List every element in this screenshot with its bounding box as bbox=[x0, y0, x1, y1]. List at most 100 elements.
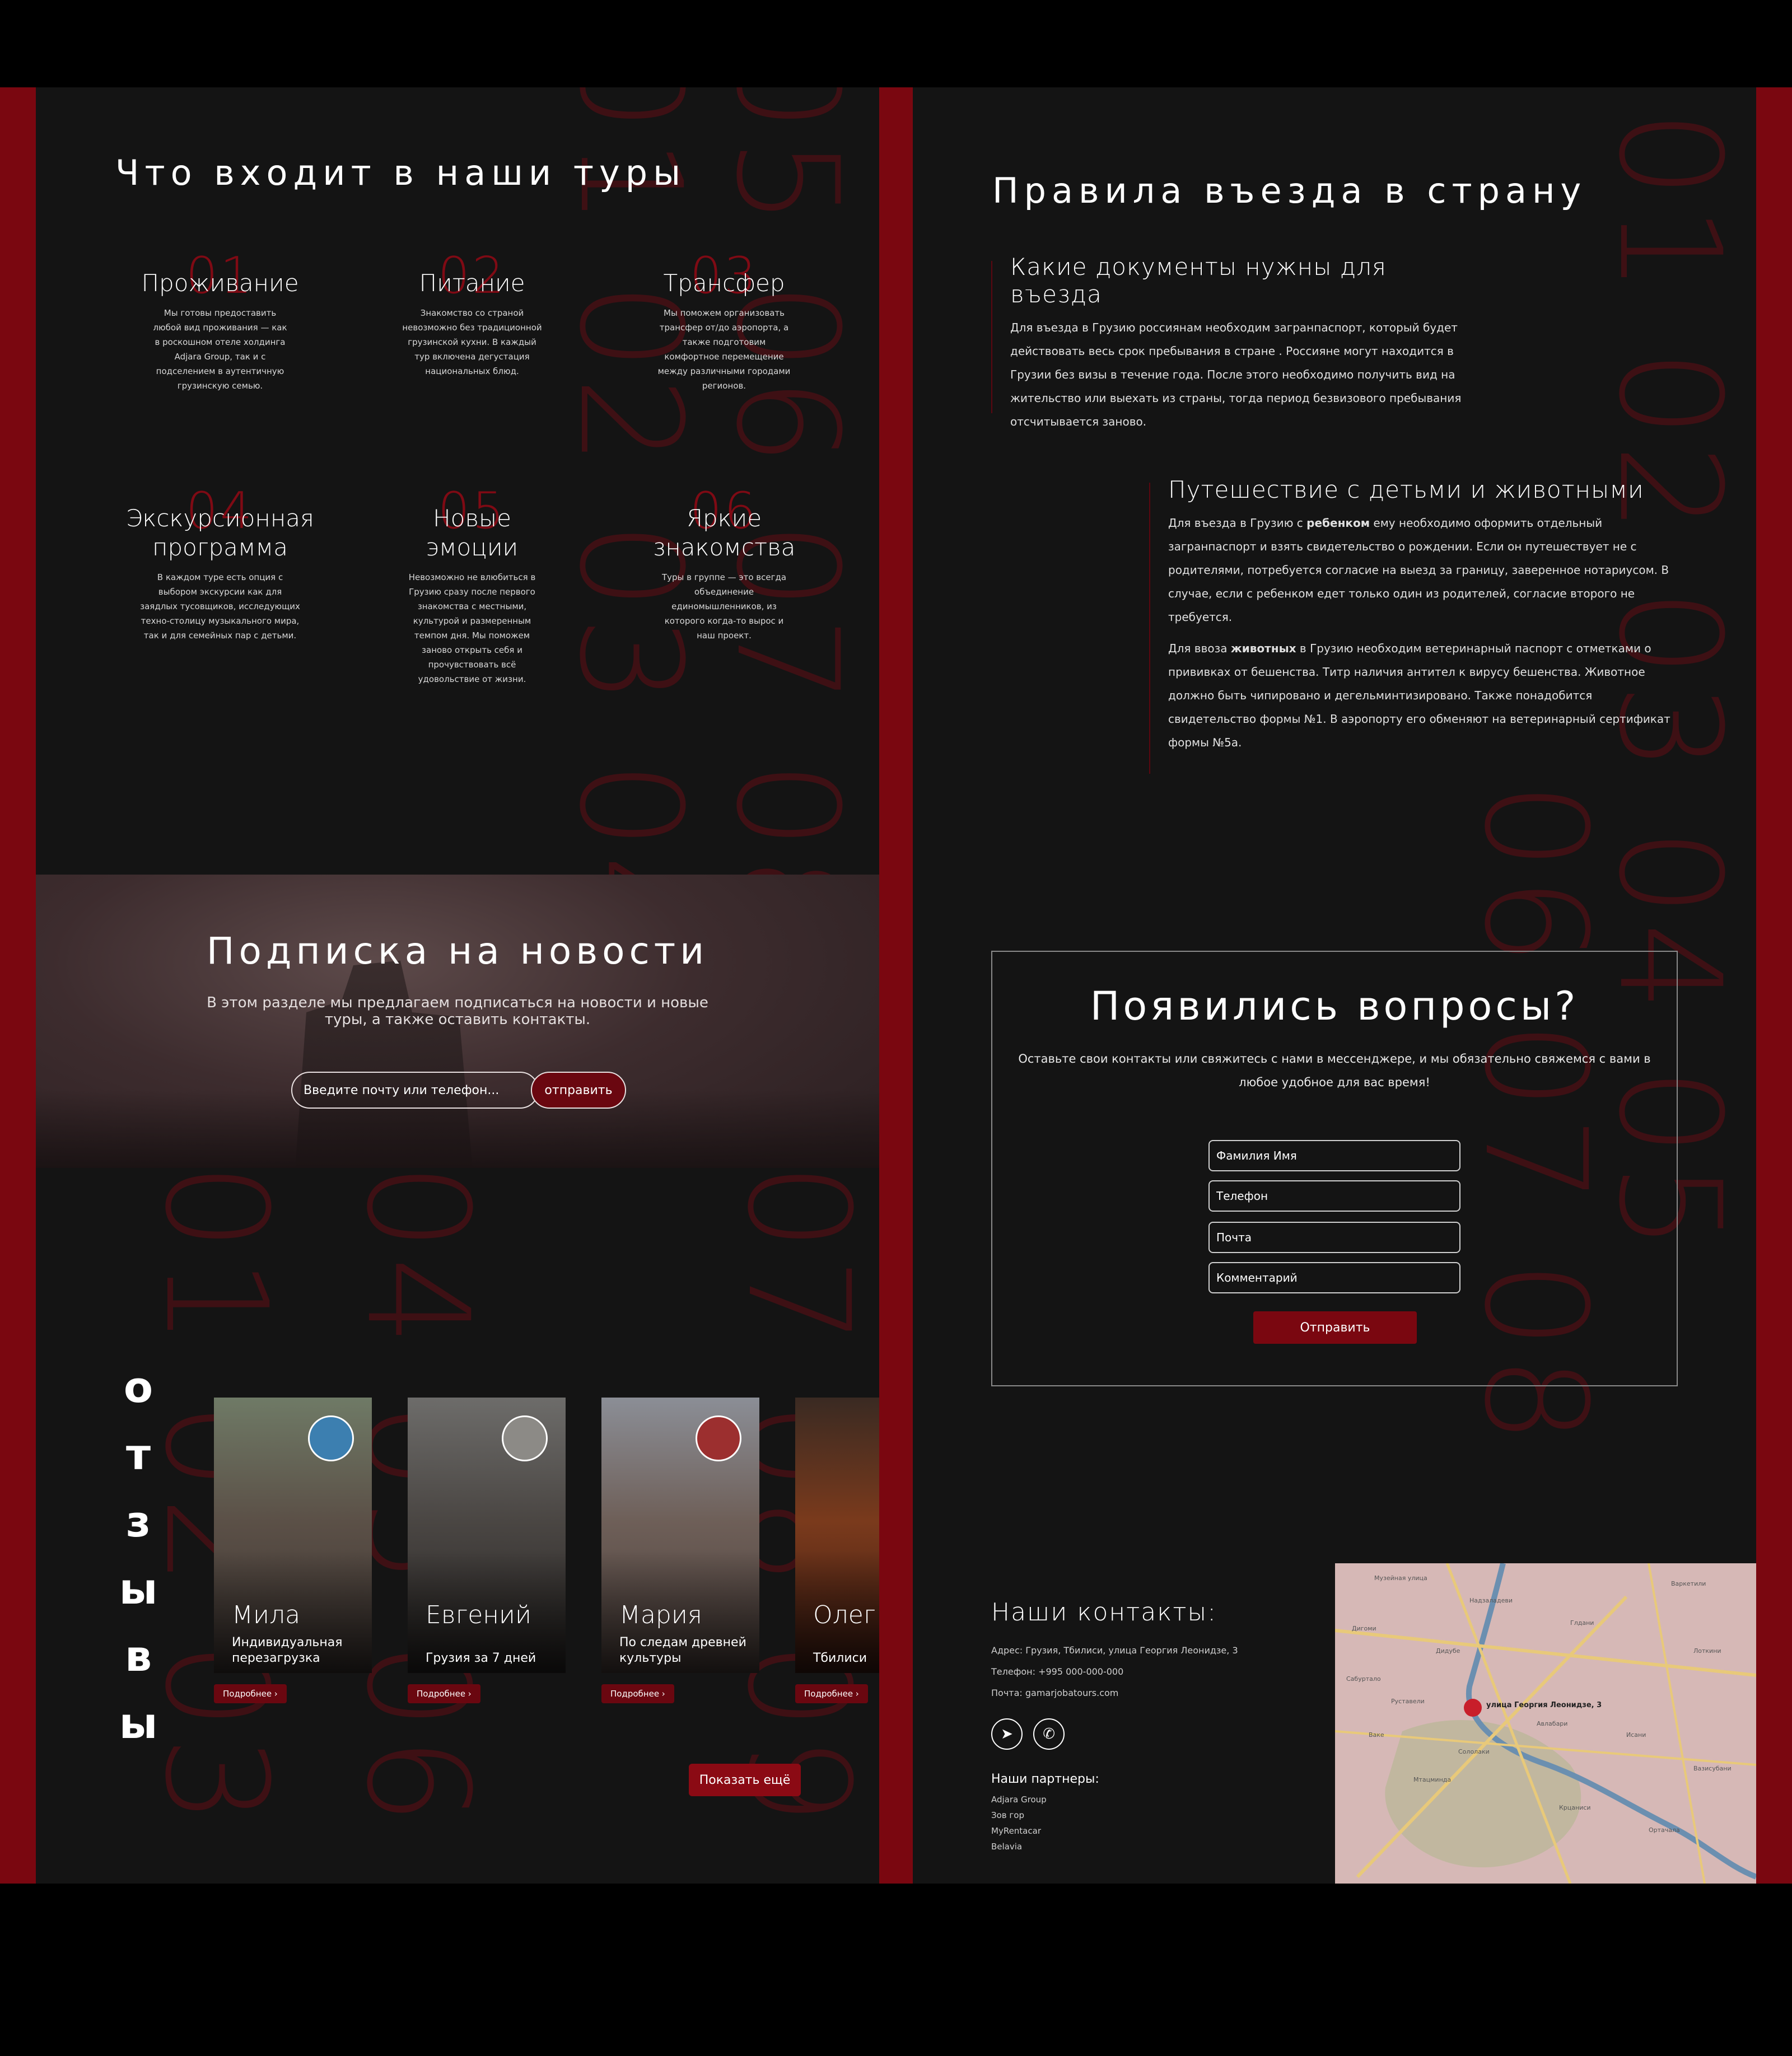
map-place: Сабуртало bbox=[1346, 1675, 1381, 1683]
road bbox=[1648, 1563, 1706, 1884]
contacts-heading: Наши контакты: bbox=[991, 1598, 1217, 1627]
kids-text-pre: Для въезда в Грузию с bbox=[1168, 516, 1307, 530]
review-more-button[interactable]: Подробнее › bbox=[601, 1684, 674, 1703]
review-more-button[interactable]: Подробнее › bbox=[795, 1684, 868, 1703]
reviews-letter: ы bbox=[119, 1698, 158, 1748]
questions-form: Появились вопросы? Оставьте свои контакт… bbox=[991, 951, 1678, 1386]
tour-title: Экскурсионная программа bbox=[126, 504, 314, 561]
review-card[interactable]: Олег Тбилиси bbox=[795, 1398, 879, 1673]
map-place: Надзаладеви bbox=[1469, 1597, 1513, 1604]
subscribe-section: Подписка на новости В этом разделе мы пр… bbox=[36, 875, 879, 1168]
map-place: Варкетили bbox=[1671, 1580, 1706, 1587]
subscribe-button[interactable]: отправить bbox=[531, 1072, 626, 1109]
rules-heading: Правила въезда в страну bbox=[992, 170, 1587, 211]
kids-title: Путешествие с детьми и животными bbox=[1168, 476, 1644, 503]
whatsapp-icon[interactable]: ✆ bbox=[1033, 1718, 1065, 1750]
partner-item: Зов гор bbox=[991, 1810, 1024, 1820]
review-more-button[interactable]: Подробнее › bbox=[214, 1684, 287, 1703]
pets-text-pre: Для ввоза bbox=[1168, 642, 1231, 655]
reviews-letter: з bbox=[125, 1497, 151, 1546]
reviews-heading: о т з ы в ы bbox=[119, 1354, 158, 1757]
tour-item-excursions: 04 Экскурсионная программа В каждом туре… bbox=[116, 482, 324, 643]
map-place: Лоткини bbox=[1693, 1647, 1721, 1655]
map-place: Авлабари bbox=[1537, 1720, 1568, 1727]
contact-email[interactable]: Почта: gamarjobatours.com bbox=[991, 1683, 1305, 1704]
contacts-block: Наши контакты: Адрес: Грузия, Тбилиси, у… bbox=[991, 1598, 1305, 1854]
partner-item: MyRentacar bbox=[991, 1826, 1041, 1836]
map-place: Мтацминда bbox=[1413, 1776, 1452, 1783]
partners-heading: Наши партнеры: bbox=[991, 1772, 1099, 1786]
tours-heading: Что входит в наши туры bbox=[115, 152, 687, 193]
tour-item-food: 02 Питание Знакомство со страной невозмо… bbox=[380, 246, 564, 379]
tour-title: Новые эмоции bbox=[426, 504, 519, 561]
partner-item: Belavia bbox=[991, 1842, 1023, 1852]
review-card[interactable]: Мария По следам древней культуры bbox=[601, 1398, 759, 1673]
review-name: Евгений bbox=[426, 1601, 531, 1629]
review-card[interactable]: Мила Индивидуальная перезагрузка bbox=[214, 1398, 372, 1673]
review-name: Мила bbox=[232, 1601, 301, 1629]
review-card[interactable]: Евгений Грузия за 7 дней bbox=[408, 1398, 566, 1673]
tour-item-acquaintances: 06 Яркие знакомства Туры в группе — это … bbox=[632, 482, 816, 643]
reviews-letter: т bbox=[125, 1429, 151, 1479]
review-tour: Индивидуальная перезагрузка bbox=[232, 1636, 343, 1665]
telegram-icon[interactable]: ➤ bbox=[991, 1718, 1023, 1750]
review-tour: Тбилиси bbox=[813, 1651, 867, 1665]
reviews-letter: в bbox=[124, 1631, 152, 1681]
reviews-letter: ы bbox=[119, 1564, 158, 1614]
avatar bbox=[502, 1415, 548, 1461]
map-place: Ортачала bbox=[1649, 1826, 1680, 1834]
comment-field[interactable] bbox=[1208, 1262, 1460, 1293]
submit-button[interactable]: Отправить bbox=[1253, 1311, 1417, 1344]
docs-block: Какие документы нужны для въезда Для въе… bbox=[1010, 253, 1469, 433]
tour-title: Трансфер bbox=[663, 269, 785, 297]
review-more-button[interactable]: Подробнее › bbox=[408, 1684, 480, 1703]
kids-text-bold: ребенком bbox=[1306, 516, 1370, 530]
map-pin-icon bbox=[1464, 1699, 1482, 1717]
contact-address: Адрес: Грузия, Тбилиси, улица Георгия Ле… bbox=[991, 1645, 1238, 1656]
review-name: Мария bbox=[619, 1601, 702, 1629]
tour-description: Невозможно не влюбиться в Грузию сразу п… bbox=[408, 572, 536, 684]
pets-text-bold: животных bbox=[1230, 642, 1296, 655]
docs-title: Какие документы нужны для въезда bbox=[1010, 253, 1387, 308]
questions-heading: Появились вопросы? bbox=[1090, 983, 1579, 1029]
tour-item-accommodation: 01 Проживание Мы готовы предоставить люб… bbox=[128, 246, 312, 393]
pets-text: Для ввоза животных в Грузию необходим ве… bbox=[1168, 637, 1678, 754]
pets-text-post: в Грузию необходим ветеринарный паспорт … bbox=[1168, 642, 1670, 749]
tour-title: Яркие знакомства bbox=[652, 504, 796, 561]
name-field[interactable] bbox=[1208, 1140, 1460, 1171]
avatar bbox=[696, 1415, 741, 1461]
review-name: Олег bbox=[813, 1601, 876, 1629]
map[interactable]: улица Георгия Леонидзе, 3 Музейная улица… bbox=[1335, 1563, 1756, 1884]
tour-title: Проживание bbox=[141, 269, 299, 297]
avatar bbox=[308, 1415, 354, 1461]
map-place: Крцаниси bbox=[1559, 1804, 1591, 1811]
docs-text: Для въезда в Грузию россиянам необходим … bbox=[1010, 321, 1462, 428]
divider bbox=[991, 261, 992, 413]
divider bbox=[1149, 483, 1150, 774]
map-place: Музейная улица bbox=[1374, 1574, 1427, 1582]
review-tour: Грузия за 7 дней bbox=[426, 1651, 536, 1665]
tour-item-transfer: 03 Трансфер Мы поможем организовать тран… bbox=[632, 246, 816, 393]
subscribe-heading: Подписка на новости bbox=[206, 929, 709, 973]
map-place: Дидубе bbox=[1436, 1647, 1460, 1655]
contact-phone[interactable]: Телефон: +995 000-000-000 bbox=[991, 1661, 1305, 1683]
reviews-letter: о bbox=[123, 1362, 153, 1412]
kids-block: Путешествие с детьми и животными Для въе… bbox=[1168, 476, 1678, 754]
map-place: Глдани bbox=[1570, 1619, 1594, 1627]
map-pin-label: улица Георгия Леонидзе, 3 bbox=[1486, 1701, 1602, 1709]
map-place: Сололаки bbox=[1458, 1748, 1490, 1755]
partner-item: Adjara Group bbox=[991, 1795, 1047, 1805]
tour-title: Питание bbox=[419, 269, 525, 297]
tour-description: Знакомство со страной невозможно без тра… bbox=[402, 308, 542, 376]
subscribe-input[interactable] bbox=[291, 1072, 539, 1109]
show-more-button[interactable]: Показать ещё bbox=[689, 1764, 801, 1796]
kids-text-post: ему необходимо оформить отдельный загран… bbox=[1168, 516, 1669, 624]
questions-text: Оставьте свои контакты или свяжитесь с н… bbox=[1018, 1052, 1651, 1089]
kids-text: Для въезда в Грузию с ребенком ему необх… bbox=[1168, 511, 1678, 629]
tour-description: Мы поможем организовать трансфер от/до а… bbox=[657, 308, 791, 391]
email-field[interactable] bbox=[1208, 1222, 1460, 1253]
subscribe-text: В этом разделе мы предлагаем подписаться… bbox=[207, 994, 708, 1028]
map-place: Ваке bbox=[1369, 1731, 1384, 1739]
tour-item-emotions: 05 Новые эмоции Невозможно не влюбиться … bbox=[380, 482, 564, 686]
phone-field[interactable] bbox=[1208, 1180, 1460, 1212]
